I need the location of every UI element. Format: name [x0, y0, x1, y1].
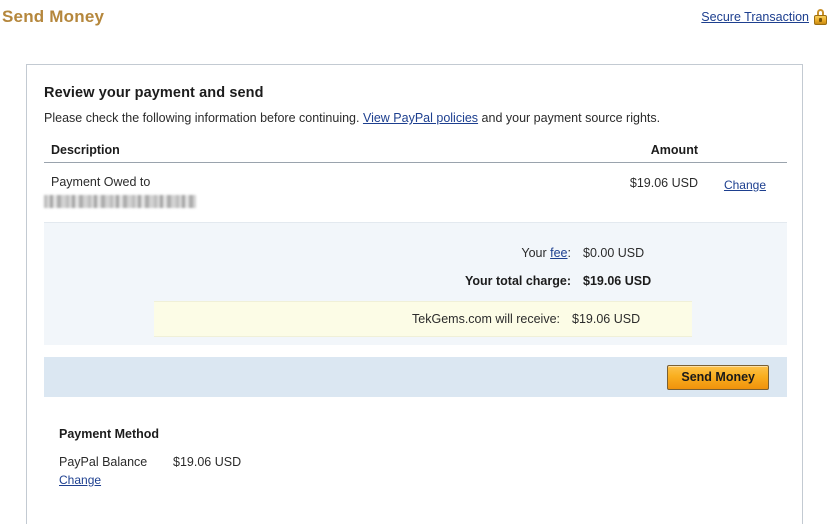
total-charge-value: $19.06 USD	[583, 274, 652, 288]
review-payment-card: Review your payment and send Please chec…	[26, 64, 803, 524]
instructions-text: Please check the following information b…	[44, 111, 802, 125]
fee-link[interactable]: fee	[550, 246, 567, 260]
column-header-amount: Amount	[650, 143, 698, 157]
instructions-after: and your payment source rights.	[478, 111, 661, 125]
row-description-cell: Payment Owed to	[44, 175, 196, 208]
recipient-receives-value: $19.06 USD	[572, 312, 641, 326]
total-charge-label: Your total charge:	[464, 274, 571, 288]
table-row: Payment Owed to $19.06 USD Change	[44, 163, 787, 222]
page-header: Send Money Secure Transaction	[0, 0, 833, 36]
payment-table: Description Amount Payment Owed to $19.0…	[44, 143, 787, 222]
change-recipient-link[interactable]: Change	[724, 178, 766, 192]
lock-keyhole	[819, 18, 822, 22]
page-title: Send Money	[2, 7, 105, 26]
table-header-row: Description Amount	[44, 143, 787, 163]
secure-transaction[interactable]: Secure Transaction	[701, 9, 827, 25]
row-change-cell[interactable]: Change	[703, 175, 787, 192]
summary-panel: Your fee: $0.00 USD Your total charge: $…	[44, 222, 787, 345]
recipient-receives-label: TekGems.com will receive:	[412, 312, 560, 326]
fee-label: Your fee:	[521, 246, 571, 260]
payment-method-change[interactable]: Change	[59, 473, 787, 487]
payment-owed-label: Payment Owed to	[51, 175, 151, 189]
view-paypal-policies-link[interactable]: View PayPal policies	[363, 111, 478, 125]
payment-method-source: PayPal Balance	[59, 455, 148, 469]
action-band: Send Money	[44, 357, 787, 397]
column-header-description: Description	[51, 143, 120, 157]
change-payment-method-link[interactable]: Change	[59, 473, 101, 487]
recipient-redacted-bar	[44, 195, 196, 208]
fee-label-prefix: Your	[521, 246, 551, 260]
payment-method-row: PayPal Balance $19.06 USD	[59, 455, 787, 469]
recipient-receives-row: TekGems.com will receive: $19.06 USD	[154, 301, 692, 337]
fee-value: $0.00 USD	[583, 246, 645, 260]
fee-row: Your fee: $0.00 USD	[44, 239, 787, 267]
payment-method-title: Payment Method	[59, 427, 160, 441]
payment-method-section: Payment Method PayPal Balance $19.06 USD…	[59, 427, 787, 487]
section-heading: Review your payment and send	[44, 85, 264, 101]
row-amount-cell: $19.06 USD	[629, 176, 698, 190]
secure-transaction-link[interactable]: Secure Transaction	[701, 10, 809, 24]
payment-method-amount: $19.06 USD	[173, 455, 242, 469]
total-charge-row: Your total charge: $19.06 USD	[44, 267, 787, 295]
lock-icon	[814, 9, 827, 25]
instructions-before: Please check the following information b…	[44, 111, 363, 125]
send-money-button[interactable]: Send Money	[667, 364, 769, 390]
